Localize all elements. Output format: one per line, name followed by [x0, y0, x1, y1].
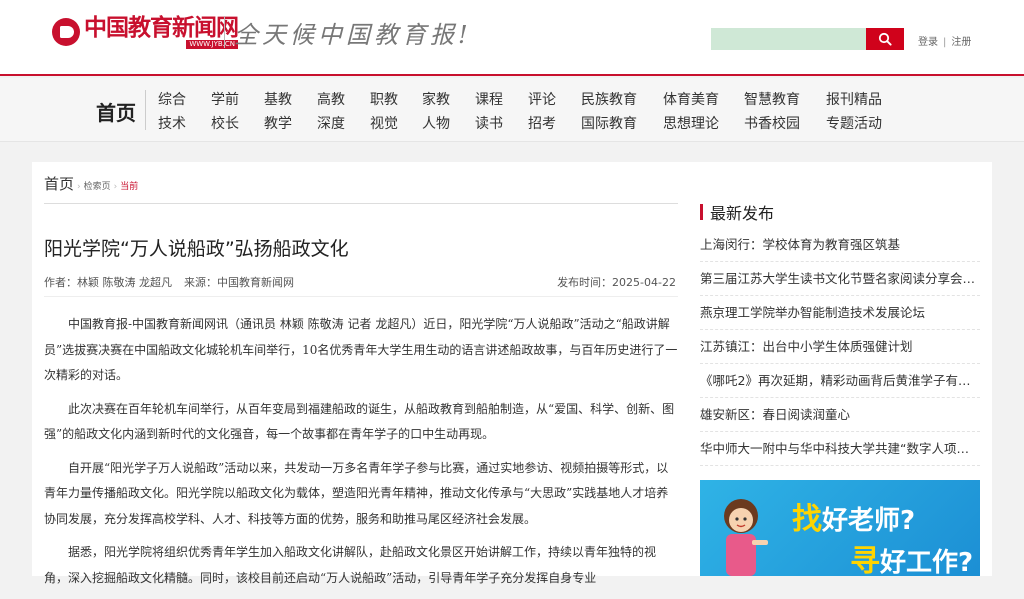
site-header: 中国教育新闻网 WWW.JYB.CN 全天候中国教育报! 登录 | 注册 [0, 0, 1024, 76]
teacher-illustration-icon [724, 499, 768, 576]
nav-item[interactable]: 评论 [528, 89, 556, 109]
nav-item[interactable]: 高教 [317, 89, 345, 109]
list-item[interactable]: 上海闵行：学校体育为教育强区筑基 [700, 228, 980, 262]
article-paragraph: 据悉，阳光学院将组织优秀青年学生加入船政文化讲解队，赴船政文化景区开始讲解工作，… [44, 545, 657, 585]
banner-line-2: 寻好工作? [850, 544, 974, 576]
section-marker [700, 204, 703, 220]
nav-item[interactable]: 课程 [475, 89, 503, 109]
nav-item[interactable]: 民族教育 [581, 89, 637, 109]
main-nav: 首页 综合 学前 基教 高教 职教 家教 课程 评论 民族教育 体育美育 智慧教… [0, 78, 1024, 142]
list-item[interactable]: 《哪吒2》再次延期，精彩动画背后黄淮学子有… [700, 364, 980, 398]
nav-item[interactable]: 基教 [264, 89, 292, 109]
nav-item[interactable]: 视觉 [370, 113, 398, 133]
breadcrumb-home[interactable]: 首页 [44, 173, 74, 194]
breadcrumb-current: 当前 [120, 182, 139, 192]
nav-item[interactable]: 职教 [370, 89, 398, 109]
breadcrumb-search[interactable]: 检索页 [84, 179, 111, 192]
nav-item[interactable]: 教学 [264, 113, 292, 133]
chevron-right-icon: › [113, 182, 118, 192]
divider [44, 203, 678, 204]
chevron-right-icon: › [77, 182, 81, 192]
auth-separator: | [943, 37, 947, 48]
article-paragraph: 此次决赛在百年轮机车间举行，从百年变局到福建船政的诞生，从船政教育到船舶制造，从… [44, 401, 675, 442]
nav-item[interactable]: 书香校园 [744, 113, 800, 133]
breadcrumb: 首页 › 检索页 › 当前 [44, 173, 138, 194]
list-item[interactable]: 江苏镇江：出台中小学生体质强健计划 [700, 330, 980, 364]
article-meta: 作者：林颖 陈敬涛 龙超凡 来源：中国教育新闻网 [44, 274, 294, 290]
nav-item[interactable]: 智慧教育 [744, 89, 800, 109]
latest-news-list: 上海闵行：学校体育为教育强区筑基 第三届江苏大学生读书文化节暨名家阅读分享会… … [700, 228, 980, 466]
list-item[interactable]: 燕京理工学院举办智能制造技术发展论坛 [700, 296, 980, 330]
search-icon [878, 32, 892, 46]
list-item[interactable]: 第三届江苏大学生读书文化节暨名家阅读分享会… [700, 262, 980, 296]
register-link[interactable]: 注册 [951, 37, 971, 48]
logo-mark-icon [52, 18, 80, 46]
divider [44, 296, 678, 297]
article-source: 来源：中国教育新闻网 [184, 276, 294, 289]
nav-divider [145, 90, 146, 130]
article-date: 发布时间：2025-04-22 [557, 276, 676, 289]
nav-item[interactable]: 家教 [422, 89, 450, 109]
sidebar-header: 最新发布 [700, 202, 775, 223]
nav-item[interactable]: 技术 [158, 113, 186, 133]
nav-item[interactable]: 报刊精品 [826, 89, 882, 109]
logo-title: 中国教育新闻网 [84, 13, 239, 41]
nav-item[interactable]: 体育美育 [663, 89, 719, 109]
search-button[interactable] [866, 28, 904, 50]
article-body: 中国教育报-中国教育新闻网讯（通讯员 林颖 陈敬涛 记者 龙超凡）近日，阳光学院… [44, 312, 678, 599]
nav-item[interactable]: 招考 [528, 113, 556, 133]
logo-divider [224, 16, 225, 48]
logo-url: WWW.JYB.CN [186, 39, 238, 49]
auth-links: 登录 | 注册 [918, 33, 971, 48]
search-input[interactable] [711, 28, 866, 50]
list-item[interactable]: 华中师大一附中与华中科技大学共建“数字人项… [700, 432, 980, 466]
nav-item[interactable]: 思想理论 [663, 113, 719, 133]
content-panel: 首页 › 检索页 › 当前 阳光学院“万人说船政”弘扬船政文化 作者：林颖 陈敬… [32, 162, 992, 585]
nav-item[interactable]: 专题活动 [826, 113, 882, 133]
nav-item[interactable]: 读书 [475, 113, 503, 133]
sidebar-title: 最新发布 [710, 204, 775, 223]
article-paragraph: 自开展“阳光学子万人说船政”活动以来，共发动一万多名青年学子参与比赛，通过实地参… [44, 460, 669, 526]
banner-line-1: 找好老师? [792, 502, 916, 537]
nav-item[interactable]: 综合 [158, 89, 186, 109]
nav-item[interactable]: 国际教育 [581, 113, 637, 133]
nav-item[interactable]: 深度 [317, 113, 345, 133]
list-item[interactable]: 雄安新区：春日阅读润童心 [700, 398, 980, 432]
login-link[interactable]: 登录 [918, 37, 938, 48]
nav-item[interactable]: 人物 [422, 113, 450, 133]
nav-item[interactable]: 校长 [211, 113, 239, 133]
nav-item[interactable]: 学前 [211, 89, 239, 109]
job-banner[interactable]: 找好老师? 寻好工作? [700, 480, 980, 576]
site-slogan: 全天候中国教育报! [234, 21, 472, 49]
article-paragraph: 中国教育报-中国教育新闻网讯（通讯员 林颖 陈敬涛 记者 龙超凡）近日，阳光学院… [44, 317, 678, 382]
article-author: 作者：林颖 陈敬涛 龙超凡 [44, 276, 172, 289]
article-title: 阳光学院“万人说船政”弘扬船政文化 [44, 238, 349, 260]
site-logo[interactable]: 中国教育新闻网 WWW.JYB.CN [52, 13, 239, 50]
nav-home[interactable]: 首页 [96, 97, 136, 126]
